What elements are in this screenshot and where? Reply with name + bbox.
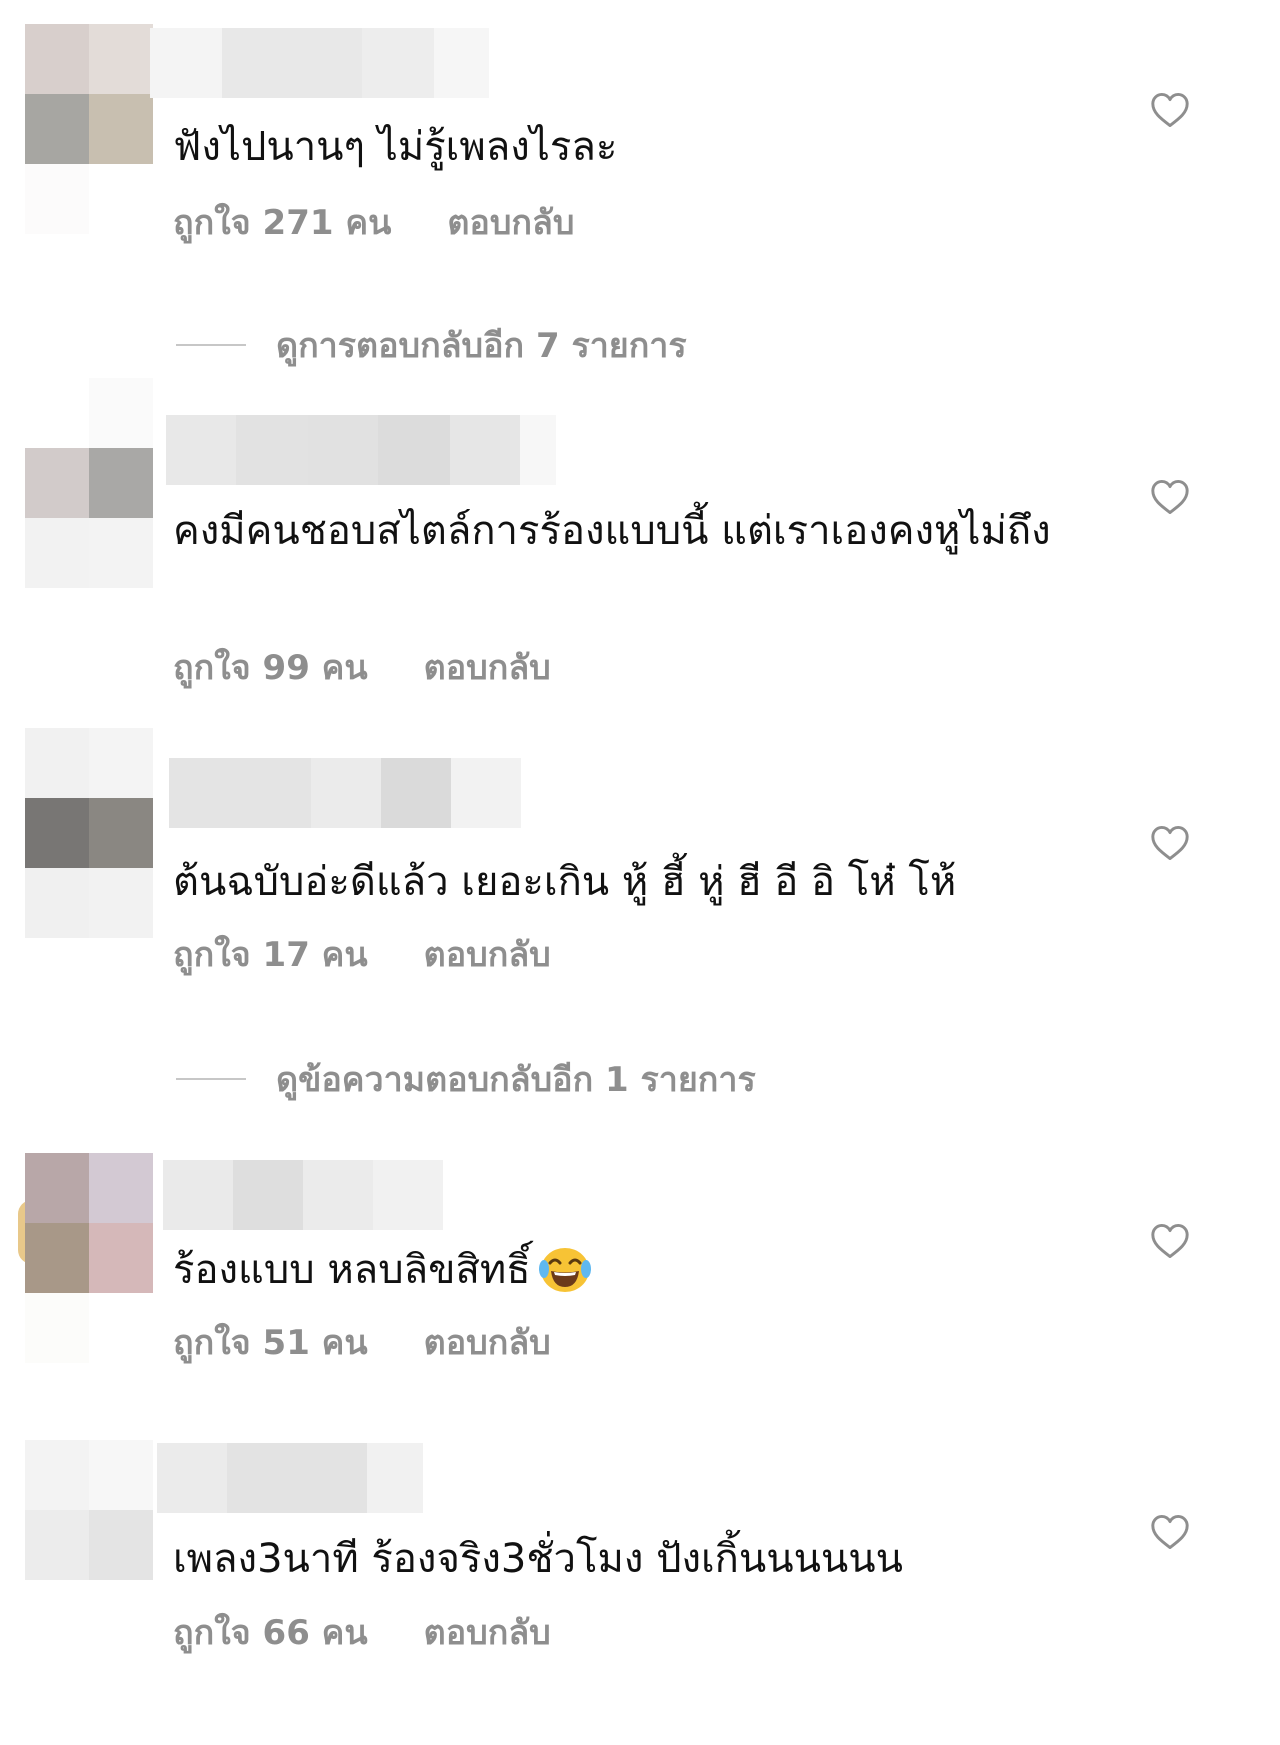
comment-meta: ถูกใจ 271 คน ตอบกลับ <box>173 203 574 243</box>
comments-list: ฟังไปนานๆ ไม่รู้เพลงไรละ ถูกใจ 271 คนตอบ… <box>0 0 1280 1745</box>
avatar[interactable] <box>25 24 153 234</box>
reply-button[interactable]: ตอบกลับ <box>424 935 551 975</box>
username-blurred[interactable] <box>157 1443 423 1513</box>
heart-outline-icon[interactable] <box>1150 1223 1190 1259</box>
comment-text: คงมีคนชอบสไตล์การร้องแบบนี้ แต่เราเองคงห… <box>173 508 1051 554</box>
heart-outline-icon[interactable] <box>1150 479 1190 515</box>
reply-button[interactable]: ตอบกลับ <box>424 648 551 688</box>
heart-outline-icon[interactable] <box>1150 92 1190 128</box>
comment-meta: ถูกใจ 17 คน ตอบกลับ <box>173 935 551 975</box>
comment-text: ต้นฉบับอ่ะดีแล้ว เยอะเกิน หู้ ฮี้ หู่ ฮี… <box>173 859 957 905</box>
avatar[interactable] <box>25 378 153 588</box>
view-replies-label: ดูการตอบกลับอีก 7 รายการ <box>276 326 687 366</box>
view-replies-button[interactable]: ดูข้อความตอบกลับอีก 1 รายการ <box>176 1052 756 1106</box>
like-count[interactable]: ถูกใจ 17 คน <box>173 935 368 975</box>
like-count[interactable]: ถูกใจ 99 คน <box>173 648 368 688</box>
like-count[interactable]: ถูกใจ 66 คน <box>173 1613 368 1653</box>
like-count[interactable]: ถูกใจ 271 คน <box>173 203 391 243</box>
comment-meta: ถูกใจ 51 คน ตอบกลับ <box>173 1323 551 1363</box>
comment-text: ฟังไปนานๆ ไม่รู้เพลงไรละ <box>173 124 618 170</box>
reply-button[interactable]: ตอบกลับ <box>424 1613 551 1653</box>
heart-outline-icon[interactable] <box>1150 825 1190 861</box>
reply-button[interactable]: ตอบกลับ <box>447 203 574 243</box>
heart-outline-icon[interactable] <box>1150 1514 1190 1550</box>
username-blurred[interactable] <box>163 1160 443 1230</box>
comment-text: เพลง3นาที ร้องจริง3ชั่วโมง ปังเกิ้นนนนนน <box>173 1536 903 1582</box>
reply-button[interactable]: ตอบกลับ <box>424 1323 551 1363</box>
view-replies-label: ดูข้อความตอบกลับอีก 1 รายการ <box>276 1060 756 1100</box>
username-blurred[interactable] <box>169 758 521 828</box>
username-blurred[interactable] <box>150 28 489 98</box>
comment-meta: ถูกใจ 99 คน ตอบกลับ <box>173 648 551 688</box>
face-with-tears-of-joy-emoji <box>537 1243 593 1295</box>
comment-meta: ถูกใจ 66 คน ตอบกลับ <box>173 1613 551 1653</box>
avatar[interactable] <box>25 728 153 938</box>
divider-line <box>176 1078 246 1080</box>
avatar[interactable] <box>25 1440 153 1650</box>
avatar[interactable] <box>25 1153 153 1363</box>
like-count[interactable]: ถูกใจ 51 คน <box>173 1323 368 1363</box>
username-blurred[interactable] <box>166 415 556 485</box>
divider-line <box>176 344 246 346</box>
comment-text-value: ร้องแบบ หลบลิขสิทธิ์ <box>173 1247 531 1293</box>
comment-text: ร้องแบบ หลบลิขสิทธิ์ <box>173 1241 593 1299</box>
view-replies-button[interactable]: ดูการตอบกลับอีก 7 รายการ <box>176 318 687 372</box>
